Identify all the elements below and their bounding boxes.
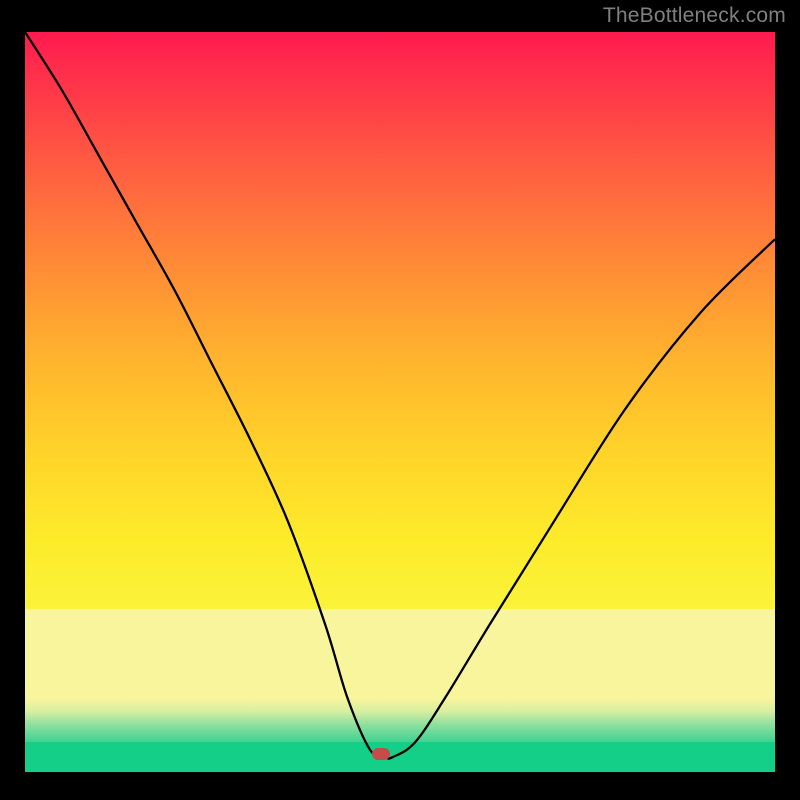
curve-path <box>25 32 775 759</box>
bottleneck-curve <box>25 32 775 772</box>
optimal-point-marker <box>372 748 390 760</box>
watermark-label: TheBottleneck.com <box>603 4 786 28</box>
chart-frame: TheBottleneck.com <box>0 0 800 800</box>
plot-area <box>25 32 775 772</box>
